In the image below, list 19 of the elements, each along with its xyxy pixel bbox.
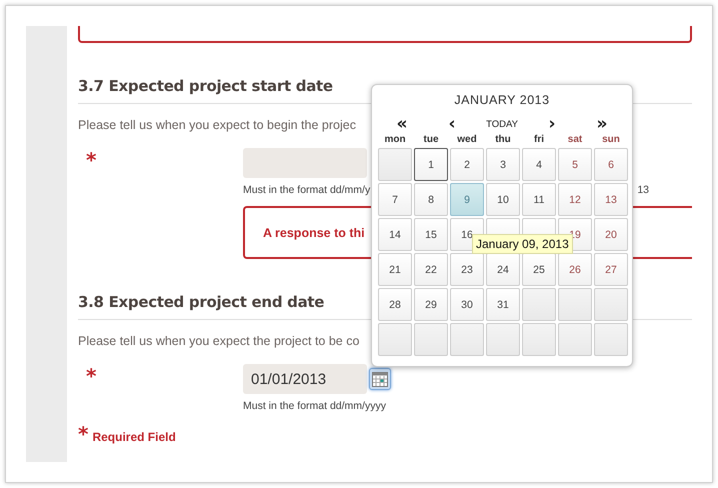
weekday-label: mon [384, 134, 406, 145]
format-hint: Must in the format dd/mm/y [243, 184, 370, 196]
required-field-note: Required Field [92, 430, 176, 444]
weekday-label: tue [424, 134, 438, 145]
error-message: A response to thi [263, 226, 365, 240]
weekday-label: thu [495, 134, 511, 145]
required-mark: * [78, 422, 88, 446]
weekday-label: sat [568, 134, 582, 145]
required-mark: * [85, 364, 96, 388]
format-hint: Must in the format dd/mm/yyyy [243, 400, 386, 412]
date-tooltip: January 09, 2013 [472, 234, 573, 254]
weekday-label: wed [457, 134, 477, 145]
weekday-label: fri [534, 134, 544, 145]
required-mark: * [85, 148, 96, 172]
question-text: Please tell us when you expect the project to be co [78, 334, 360, 348]
hint-text: 13 [637, 184, 649, 196]
month-title: JANUARY 2013 [454, 93, 550, 107]
weekday-label: sun [602, 134, 620, 145]
question-text: Please tell us when you expect to begin the projec [78, 118, 356, 132]
